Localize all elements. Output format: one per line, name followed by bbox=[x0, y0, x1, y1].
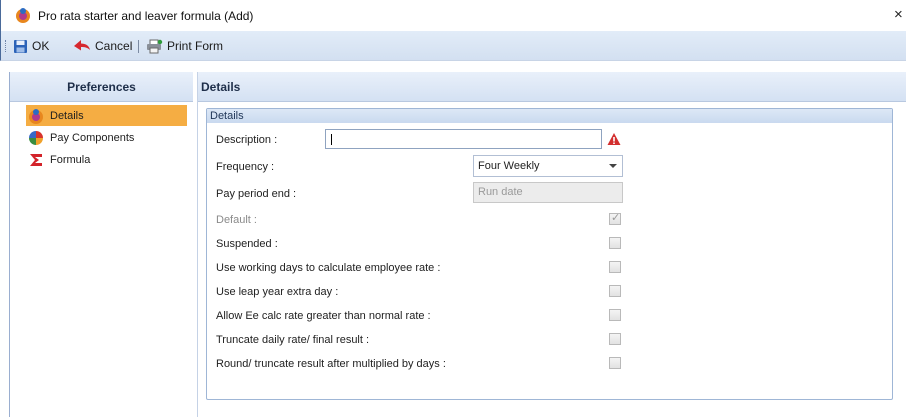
truncate-daily-rate-checkbox[interactable] bbox=[609, 333, 621, 345]
print-icon bbox=[147, 39, 163, 53]
pay-period-end-field: Run date bbox=[473, 182, 623, 203]
working-days-checkbox[interactable] bbox=[609, 261, 621, 273]
frequency-label: Frequency : bbox=[216, 161, 275, 173]
round-truncate-label: Round/ truncate result after multiplied … bbox=[216, 358, 446, 370]
ok-label: OK bbox=[32, 39, 50, 53]
sidebar-item-pay-components[interactable]: Pay Components bbox=[26, 127, 187, 148]
frequency-value: Four Weekly bbox=[478, 160, 540, 172]
preferences-pane: Preferences Details Pay Components Formu… bbox=[9, 72, 193, 417]
suspended-label: Suspended : bbox=[216, 238, 278, 250]
title-bar: Pro rata starter and leaver formula (Add… bbox=[0, 0, 906, 31]
allow-ee-rate-checkbox[interactable] bbox=[609, 309, 621, 321]
toolbar-grip[interactable] bbox=[5, 40, 8, 52]
sidebar-item-label: Pay Components bbox=[50, 131, 135, 144]
details-group: Details Description : Frequency : Four W… bbox=[206, 108, 893, 400]
preferences-header: Preferences bbox=[10, 72, 193, 102]
window-title: Pro rata starter and leaver formula (Add… bbox=[38, 9, 254, 23]
default-label: Default : bbox=[216, 214, 257, 226]
cancel-label: Cancel bbox=[95, 39, 133, 53]
suspended-checkbox[interactable] bbox=[609, 237, 621, 249]
details-header: Details bbox=[198, 72, 906, 102]
description-field[interactable] bbox=[325, 129, 602, 149]
back-arrow-icon bbox=[74, 40, 90, 51]
sidebar-item-label: Formula bbox=[50, 153, 91, 166]
details-icon bbox=[29, 108, 43, 124]
text-caret bbox=[331, 134, 332, 145]
formula-icon bbox=[30, 153, 42, 166]
pay-period-end-value: Run date bbox=[478, 186, 523, 198]
allow-ee-rate-label: Allow Ee calc rate greater than normal r… bbox=[216, 310, 431, 322]
pay-period-end-label: Pay period end : bbox=[216, 188, 297, 200]
description-label: Description : bbox=[216, 134, 278, 146]
working-days-label: Use working days to calculate employee r… bbox=[216, 262, 441, 274]
sidebar-item-label: Details bbox=[50, 109, 84, 122]
toolbar-separator bbox=[138, 40, 139, 53]
truncate-daily-rate-label: Truncate daily rate/ final result : bbox=[216, 334, 370, 346]
print-form-button[interactable]: Print Form bbox=[146, 37, 223, 55]
chevron-down-icon[interactable] bbox=[609, 164, 617, 168]
details-group-title: Details bbox=[207, 109, 892, 123]
cancel-button[interactable]: Cancel bbox=[73, 37, 132, 55]
save-icon bbox=[14, 39, 27, 53]
details-pane: Details Details Description : Frequency … bbox=[197, 72, 906, 417]
pay-components-icon bbox=[29, 130, 43, 145]
frequency-select[interactable]: Four Weekly bbox=[473, 155, 623, 177]
leap-year-checkbox[interactable] bbox=[609, 285, 621, 297]
leap-year-label: Use leap year extra day : bbox=[216, 286, 339, 298]
toolbar: OK Cancel Print Form bbox=[0, 31, 906, 61]
app-icon bbox=[16, 8, 30, 23]
sidebar-item-formula[interactable]: Formula bbox=[26, 149, 187, 170]
warning-icon bbox=[607, 133, 621, 145]
close-icon[interactable]: × bbox=[894, 6, 903, 23]
print-form-label: Print Form bbox=[167, 39, 224, 53]
default-checkbox bbox=[609, 211, 621, 225]
sidebar-item-details[interactable]: Details bbox=[26, 105, 187, 126]
ok-button[interactable]: OK bbox=[13, 37, 49, 55]
round-truncate-checkbox[interactable] bbox=[609, 357, 621, 369]
